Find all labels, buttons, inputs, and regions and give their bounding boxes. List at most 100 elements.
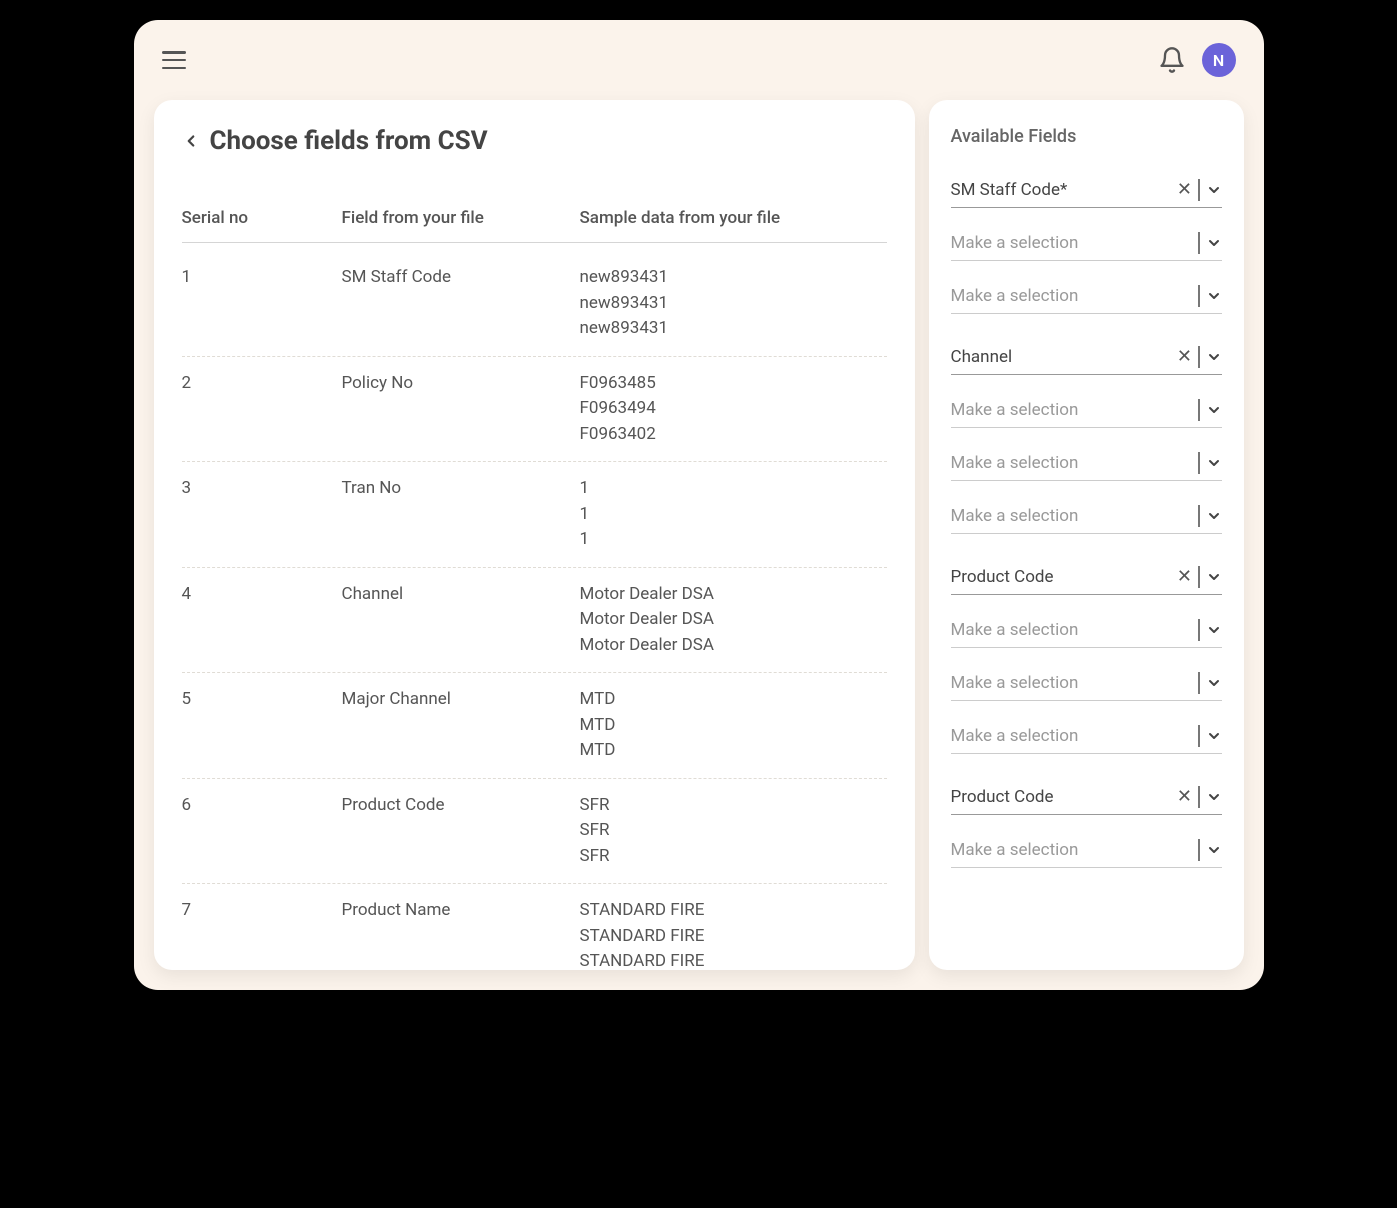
sample-line: MTD bbox=[580, 738, 887, 764]
sample-line: Motor Dealer DSA bbox=[580, 607, 887, 633]
field-blocks-container: SM Staff Code*✕Make a selectionMake a se… bbox=[951, 171, 1222, 868]
field-dropdown-empty[interactable]: Make a selection bbox=[951, 224, 1222, 261]
menu-icon[interactable] bbox=[162, 51, 186, 69]
sample-line: 1 bbox=[580, 476, 887, 502]
separator bbox=[1198, 725, 1200, 747]
field-dropdown-empty[interactable]: Make a selection bbox=[951, 664, 1222, 701]
sample-line: new893431 bbox=[580, 316, 887, 342]
field-dropdown-selected[interactable]: Product Code✕ bbox=[951, 778, 1222, 815]
field-dropdown-empty[interactable]: Make a selection bbox=[951, 831, 1222, 868]
cell-serial: 6 bbox=[182, 793, 342, 870]
close-icon[interactable]: ✕ bbox=[1175, 348, 1194, 366]
dropdown-placeholder: Make a selection bbox=[951, 726, 1195, 746]
available-fields-title: Available Fields bbox=[951, 126, 1222, 147]
csv-fields-panel: Choose fields from CSV Serial no Field f… bbox=[154, 100, 915, 970]
separator bbox=[1198, 346, 1200, 368]
chevron-down-icon bbox=[1206, 728, 1222, 744]
chevron-down-icon bbox=[1206, 455, 1222, 471]
table-row: 4ChannelMotor Dealer DSAMotor Dealer DSA… bbox=[182, 568, 887, 674]
separator bbox=[1198, 399, 1200, 421]
field-dropdown-empty[interactable]: Make a selection bbox=[951, 497, 1222, 534]
chevron-down-icon bbox=[1206, 789, 1222, 805]
table-row: 1SM Staff Codenew893431new893431new89343… bbox=[182, 251, 887, 357]
field-dropdown-empty[interactable]: Make a selection bbox=[951, 444, 1222, 481]
cell-field: SM Staff Code bbox=[342, 265, 580, 342]
table-header-row: Serial no Field from your file Sample da… bbox=[182, 196, 887, 243]
chevron-down-icon bbox=[1206, 349, 1222, 365]
field-block: SM Staff Code*✕ Make a selection Make a se… bbox=[951, 171, 1222, 314]
sample-line: STANDARD FIRE bbox=[580, 898, 887, 924]
chevron-down-icon bbox=[1206, 675, 1222, 691]
chevron-down-icon bbox=[1206, 288, 1222, 304]
close-icon[interactable]: ✕ bbox=[1175, 181, 1194, 199]
sample-line: F0963402 bbox=[580, 422, 887, 448]
sample-line: STANDARD FIRE bbox=[580, 949, 887, 970]
table-row: 6Product CodeSFRSFRSFR bbox=[182, 779, 887, 885]
sample-line: SFR bbox=[580, 793, 887, 819]
dropdown-placeholder: Make a selection bbox=[951, 840, 1195, 860]
cell-sample: STANDARD FIRESTANDARD FIRESTANDARD FIRE bbox=[580, 898, 887, 970]
field-dropdown-empty[interactable]: Make a selection bbox=[951, 717, 1222, 754]
panel-header: Choose fields from CSV bbox=[182, 126, 887, 156]
sample-line: Motor Dealer DSA bbox=[580, 633, 887, 659]
cell-sample: Motor Dealer DSAMotor Dealer DSAMotor De… bbox=[580, 582, 887, 659]
cell-sample: new893431new893431new893431 bbox=[580, 265, 887, 342]
field-dropdown-selected[interactable]: SM Staff Code*✕ bbox=[951, 171, 1222, 208]
avatar[interactable]: N bbox=[1202, 43, 1236, 77]
cell-field: Product Name bbox=[342, 898, 580, 970]
separator bbox=[1198, 232, 1200, 254]
dropdown-placeholder: Make a selection bbox=[951, 673, 1195, 693]
topbar: N bbox=[134, 20, 1264, 100]
cell-serial: 5 bbox=[182, 687, 342, 764]
field-dropdown-empty[interactable]: Make a selection bbox=[951, 277, 1222, 314]
field-block: Product Code✕ Make a selection Make a sele… bbox=[951, 558, 1222, 754]
field-dropdown-selected[interactable]: Product Code✕ bbox=[951, 558, 1222, 595]
sample-line: MTD bbox=[580, 687, 887, 713]
sample-line: F0963485 bbox=[580, 371, 887, 397]
cell-serial: 2 bbox=[182, 371, 342, 448]
cell-serial: 1 bbox=[182, 265, 342, 342]
field-dropdown-empty[interactable]: Make a selection bbox=[951, 611, 1222, 648]
sample-line: MTD bbox=[580, 713, 887, 739]
table-row: 7Product NameSTANDARD FIRESTANDARD FIRES… bbox=[182, 884, 887, 970]
cell-sample: 111 bbox=[580, 476, 887, 553]
field-block: Channel✕ Make a selection Make a selection… bbox=[951, 338, 1222, 534]
separator bbox=[1198, 452, 1200, 474]
cell-sample: SFRSFRSFR bbox=[580, 793, 887, 870]
sample-line: SFR bbox=[580, 818, 887, 844]
field-dropdown-selected[interactable]: Channel✕ bbox=[951, 338, 1222, 375]
dropdown-placeholder: Make a selection bbox=[951, 620, 1195, 640]
avatar-letter: N bbox=[1213, 51, 1224, 70]
chevron-down-icon bbox=[1206, 622, 1222, 638]
sample-line: new893431 bbox=[580, 265, 887, 291]
field-dropdown-empty[interactable]: Make a selection bbox=[951, 391, 1222, 428]
cell-field: Policy No bbox=[342, 371, 580, 448]
bell-icon[interactable] bbox=[1158, 46, 1186, 74]
column-header-field: Field from your file bbox=[342, 208, 580, 228]
cell-serial: 7 bbox=[182, 898, 342, 970]
topbar-right: N bbox=[1158, 43, 1236, 77]
chevron-down-icon bbox=[1206, 569, 1222, 585]
back-chevron-icon[interactable] bbox=[182, 132, 200, 150]
column-header-sample: Sample data from your file bbox=[580, 208, 887, 228]
table-body: 1SM Staff Codenew893431new893431new89343… bbox=[182, 251, 887, 970]
dropdown-value: SM Staff Code* bbox=[951, 180, 1175, 200]
separator bbox=[1198, 566, 1200, 588]
dropdown-value: Product Code bbox=[951, 787, 1175, 807]
sample-line: 1 bbox=[580, 527, 887, 553]
cell-sample: MTDMTDMTD bbox=[580, 687, 887, 764]
cell-serial: 3 bbox=[182, 476, 342, 553]
cell-field: Channel bbox=[342, 582, 580, 659]
page-title: Choose fields from CSV bbox=[210, 126, 488, 156]
cell-serial: 4 bbox=[182, 582, 342, 659]
cell-field: Product Code bbox=[342, 793, 580, 870]
sample-line: new893431 bbox=[580, 291, 887, 317]
separator bbox=[1198, 839, 1200, 861]
chevron-down-icon bbox=[1206, 402, 1222, 418]
field-block: Product Code✕ Make a selection bbox=[951, 778, 1222, 868]
dropdown-placeholder: Make a selection bbox=[951, 400, 1195, 420]
close-icon[interactable]: ✕ bbox=[1175, 568, 1194, 586]
cell-sample: F0963485F0963494F0963402 bbox=[580, 371, 887, 448]
table-row: 2Policy NoF0963485F0963494F0963402 bbox=[182, 357, 887, 463]
close-icon[interactable]: ✕ bbox=[1175, 788, 1194, 806]
